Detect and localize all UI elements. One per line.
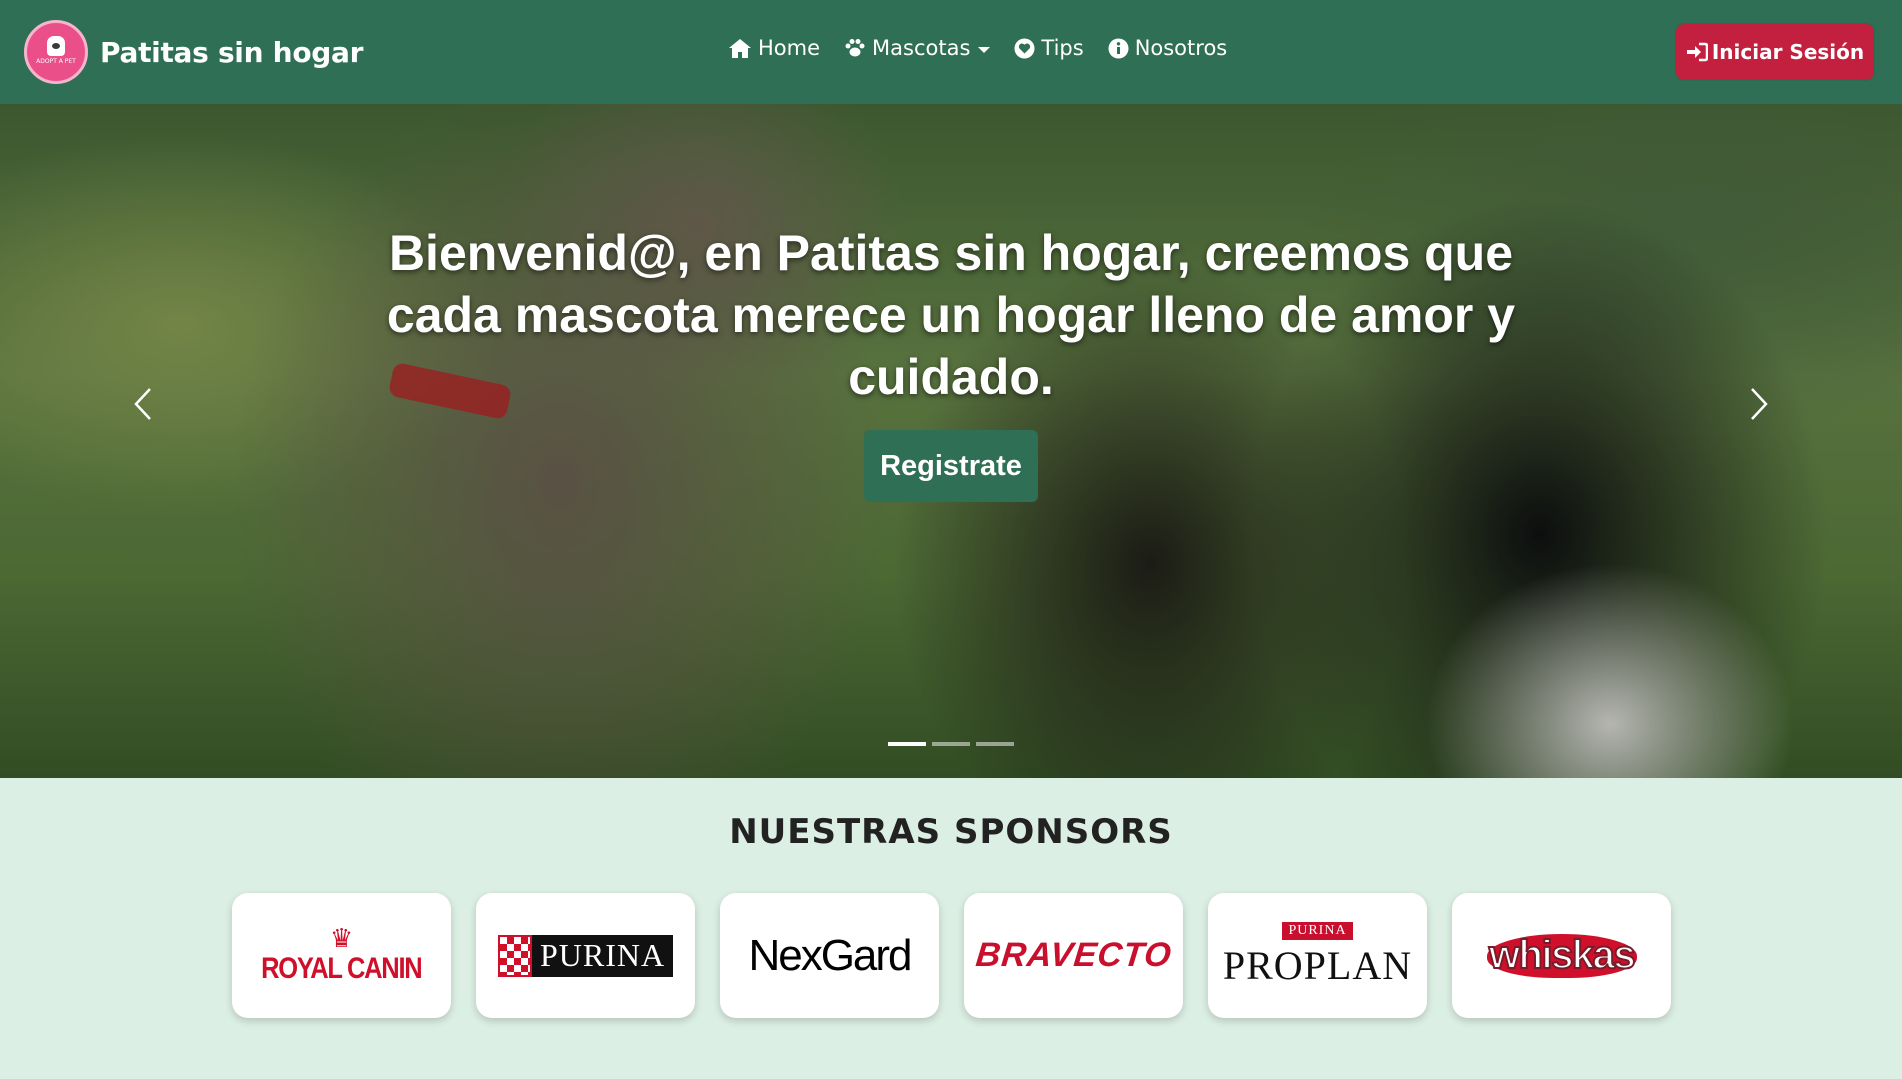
sponsor-royal-canin-logo: ROYAL CANIN [261,951,423,985]
register-button[interactable]: Registrate [864,430,1038,502]
sign-in-icon [1686,42,1708,62]
sponsor-purina-logo: PURINA [497,934,674,977]
hero-title: Bienvenid@, en Patitas sin hogar, creemo… [386,225,1516,405]
checkerboard-icon [497,934,532,977]
adopt-a-pet-logo: ADOPT A PET [24,20,88,84]
sponsor-bravecto[interactable]: BRAVECTO [964,893,1183,1018]
paw-icon [845,39,865,57]
carousel-indicators [888,742,1014,746]
sponsor-proplan-logo: PROPLAN [1222,943,1413,988]
nav-tips-label: Tips [1041,36,1084,60]
logo-text: ADOPT A PET [36,57,76,65]
sponsor-bravecto-logo: BRAVECTO [973,936,1174,974]
brand-name: Patitas sin hogar [100,35,364,69]
sponsor-purina[interactable]: PURINA [476,893,695,1018]
sponsor-whiskas-logo: whiskas [1486,932,1637,978]
sponsor-proplan-brand: PURINA [1282,922,1353,940]
nav-tips[interactable]: Tips [1014,36,1084,60]
login-button[interactable]: Iniciar Sesión [1676,24,1874,80]
nav-mascotas-label: Mascotas [872,36,971,60]
brand[interactable]: ADOPT A PET Patitas sin hogar [24,19,363,85]
carousel-prev-button[interactable] [124,384,164,424]
sponsor-list: ♛ ROYAL CANIN PURINA NexGard BRAVECTO PU… [232,893,1671,1018]
carousel-next-button[interactable] [1738,384,1778,424]
heart-icon [1014,38,1035,58]
home-icon [729,38,751,58]
nav-home[interactable]: Home [728,36,820,60]
nav-mascotas[interactable]: Mascotas [844,36,991,60]
sponsor-royal-canin[interactable]: ♛ ROYAL CANIN [232,893,451,1018]
nav-nosotros-label: Nosotros [1134,36,1228,60]
chevron-down-icon [978,46,991,53]
carousel-indicator-1[interactable] [888,742,926,746]
crown-icon: ♛ [329,923,354,954]
nav-nosotros[interactable]: Nosotros [1108,36,1228,60]
sponsor-whiskas[interactable]: whiskas [1452,893,1671,1018]
sponsor-nexgard[interactable]: NexGard [720,893,939,1018]
info-icon [1108,38,1129,58]
nav-home-label: Home [758,36,821,60]
navbar: ADOPT A PET Patitas sin hogar Home Masco… [0,0,1902,104]
sponsor-proplan[interactable]: PURINA PROPLAN [1208,893,1427,1018]
main-nav: Home Mascotas Tips Nosotros [728,36,1227,60]
sponsors-title: NUESTRAS SPONSORS [729,812,1173,852]
sponsor-whiskas-name: whiskas [1488,932,1637,978]
sponsor-purina-name: PURINA [531,934,674,977]
login-label: Iniciar Sesión [1711,40,1865,64]
sponsor-nexgard-logo: NexGard [748,930,912,980]
hand-paw-icon [47,35,65,56]
carousel-indicator-3[interactable] [976,742,1014,746]
chevron-right-icon [1751,388,1768,420]
chevron-left-icon [134,388,151,420]
hero-carousel: Bienvenid@, en Patitas sin hogar, creemo… [0,104,1902,778]
carousel-indicator-2[interactable] [932,742,970,746]
